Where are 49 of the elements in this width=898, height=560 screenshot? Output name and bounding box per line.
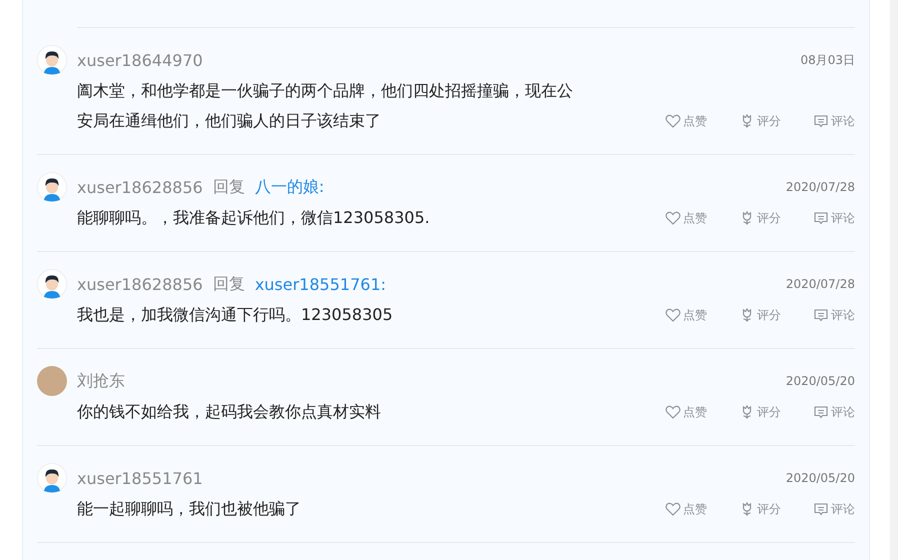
comment-icon bbox=[813, 404, 829, 420]
avatar-icon bbox=[37, 45, 67, 75]
heart-icon bbox=[665, 210, 681, 226]
comment-button[interactable]: 评论 bbox=[813, 306, 855, 324]
comment-button[interactable]: 评论 bbox=[813, 500, 855, 518]
comment-text: 能一起聊聊吗，我们也被他骗了 bbox=[77, 498, 302, 520]
comment-button[interactable]: 评论 bbox=[813, 404, 855, 420]
like-button[interactable]: 点赞 bbox=[665, 210, 707, 226]
heart-icon bbox=[665, 307, 681, 323]
comment-date: 2020/07/28 bbox=[786, 180, 855, 194]
like-button[interactable]: 点赞 bbox=[665, 306, 707, 324]
comment-text: 能聊聊吗。，我准备起诉他们，微信123058305. bbox=[77, 207, 431, 229]
heart-icon bbox=[665, 501, 681, 517]
rate-button[interactable]: 评分 bbox=[739, 306, 781, 324]
comment-icon bbox=[813, 501, 829, 517]
like-button[interactable]: 点赞 bbox=[665, 500, 707, 518]
avatar-icon bbox=[37, 172, 67, 202]
comment-date: 2020/05/20 bbox=[786, 374, 855, 388]
username[interactable]: xuser18644970 bbox=[77, 50, 203, 70]
photo-placeholder bbox=[37, 366, 67, 396]
rate-button[interactable]: 评分 bbox=[739, 112, 781, 130]
comment-date: 08月03日 bbox=[800, 52, 855, 68]
heart-icon bbox=[665, 404, 681, 420]
comment-button[interactable]: 评论 bbox=[813, 210, 855, 226]
reply-target-link[interactable]: 八一的娘: bbox=[254, 176, 324, 198]
like-button[interactable]: 点赞 bbox=[665, 112, 707, 130]
avatar-icon bbox=[37, 463, 67, 493]
comment-text: 你的钱不如给我，起码我会教你点真材实料 bbox=[77, 401, 382, 423]
comment-icon bbox=[813, 210, 829, 226]
comment-date: 2020/05/20 bbox=[786, 471, 855, 485]
reply-label: 回复 bbox=[212, 274, 245, 294]
comment-button[interactable]: 评论 bbox=[813, 112, 855, 130]
avatar-icon bbox=[37, 269, 67, 299]
rate-button[interactable]: 评分 bbox=[739, 404, 781, 420]
username[interactable]: xuser18628856 bbox=[77, 178, 203, 196]
comment-icon bbox=[813, 113, 829, 129]
reply-target-link[interactable]: xuser18551761: bbox=[254, 274, 386, 294]
comment-text: 我也是，加我微信沟通下行吗。123058305 bbox=[77, 304, 394, 326]
username[interactable]: xuser18628856 bbox=[77, 274, 203, 294]
username[interactable]: 刘抢东 bbox=[77, 370, 125, 392]
rate-button[interactable]: 评分 bbox=[739, 500, 781, 518]
username[interactable]: xuser18551761 bbox=[77, 468, 203, 488]
comment-date: 2020/07/28 bbox=[786, 277, 855, 291]
reply-label: 回复 bbox=[212, 176, 245, 198]
rate-button[interactable]: 评分 bbox=[739, 210, 781, 226]
like-button[interactable]: 点赞 bbox=[665, 404, 707, 420]
comment-text: 阖木堂，和他学都是一伙骗子的两个品牌，他们四处招摇撞骗，现在公安局在通缉他们，他们骗人的日子该结束了 bbox=[77, 80, 574, 132]
heart-icon bbox=[665, 113, 681, 129]
comment-icon bbox=[813, 307, 829, 323]
